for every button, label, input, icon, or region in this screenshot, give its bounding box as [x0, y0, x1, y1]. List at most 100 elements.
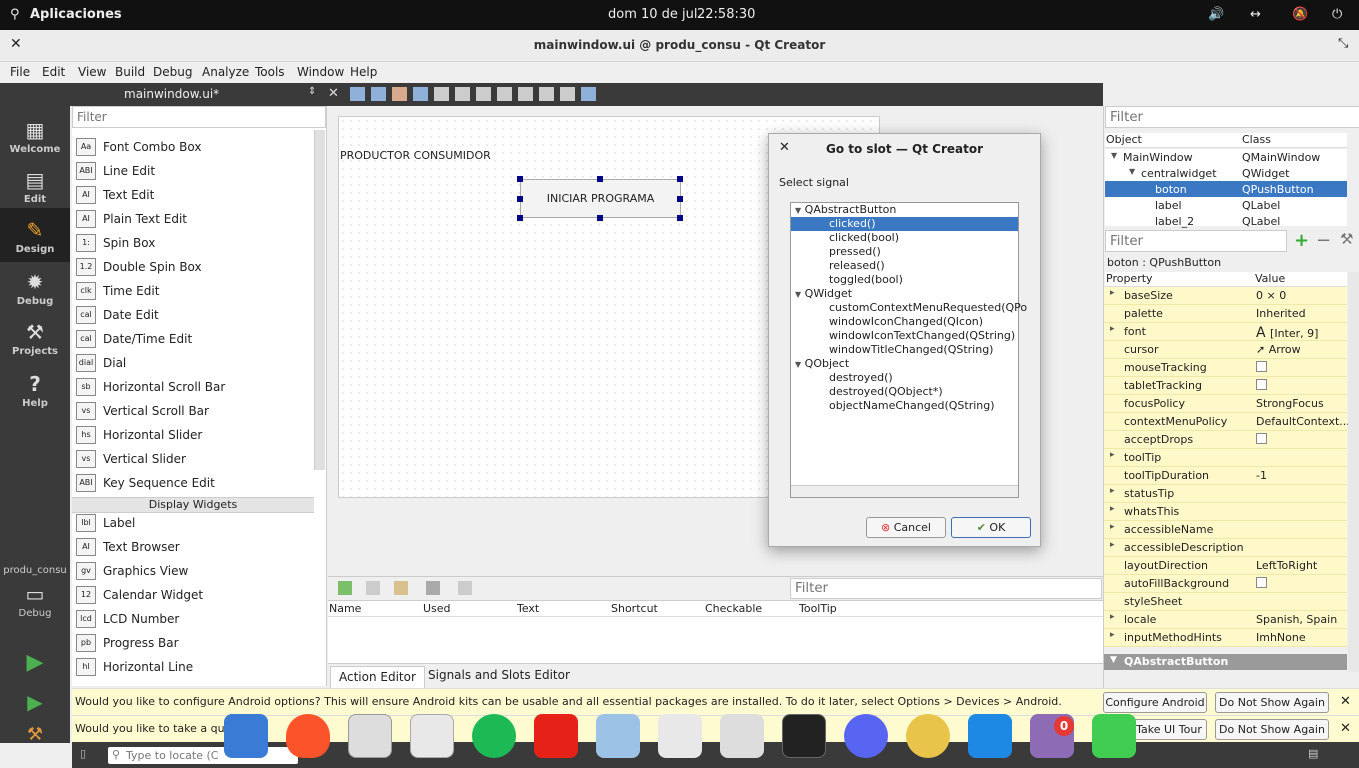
- widget-item[interactable]: Aa Font Combo Box: [76, 136, 316, 160]
- signal-item[interactable]: released(): [791, 259, 1018, 273]
- expand-arrow-icon[interactable]: ▸: [1110, 324, 1115, 334]
- property-row[interactable]: ▸ statusTip: [1104, 485, 1347, 503]
- signal-group[interactable]: ▼ QObject: [795, 357, 849, 371]
- close-icon[interactable]: ✕: [1340, 694, 1351, 709]
- teapot-app-icon[interactable]: [906, 714, 950, 758]
- action-filter-input[interactable]: [790, 578, 1102, 599]
- widget-item[interactable]: hl Horizontal Line: [76, 656, 316, 680]
- resize-handle[interactable]: [677, 176, 683, 182]
- widget-item[interactable]: clk Time Edit: [76, 280, 316, 304]
- close-icon[interactable]: ✕: [1340, 721, 1351, 736]
- property-value[interactable]: StrongFocus: [1256, 397, 1348, 410]
- kit-selector[interactable]: produ_consu ▭ Debug: [0, 565, 70, 619]
- widget-filter-input[interactable]: [72, 106, 326, 128]
- col-shortcut[interactable]: Shortcut: [611, 602, 658, 615]
- resize-handle[interactable]: [677, 215, 683, 221]
- ok-button[interactable]: ✔ OK: [951, 517, 1031, 538]
- widget-item[interactable]: AI Plain Text Edit: [76, 208, 316, 232]
- debug-run-icon[interactable]: ▶: [0, 690, 70, 714]
- network-icon[interactable]: ↔: [1250, 7, 1261, 22]
- remove-property-icon[interactable]: −: [1316, 230, 1331, 251]
- object-row[interactable]: centralwidget QWidget ▼: [1105, 165, 1347, 181]
- menu-edit[interactable]: Edit: [42, 65, 65, 79]
- object-filter-input[interactable]: [1105, 106, 1359, 128]
- property-value[interactable]: LeftToRight: [1256, 559, 1348, 572]
- property-row[interactable]: ▸ font A [Inter, 9]: [1104, 323, 1347, 341]
- resize-handle[interactable]: [517, 196, 523, 202]
- property-row[interactable]: acceptDrops: [1104, 431, 1347, 449]
- search-icon[interactable]: ⚲: [10, 7, 20, 22]
- discord-icon[interactable]: [844, 714, 888, 758]
- property-value[interactable]: [1256, 361, 1348, 375]
- resize-handle[interactable]: [517, 215, 523, 221]
- widget-item[interactable]: 1.2 Double Spin Box: [76, 256, 316, 280]
- expand-arrow-icon[interactable]: ▸: [1110, 486, 1115, 496]
- col-object[interactable]: Object: [1106, 133, 1142, 146]
- property-value[interactable]: [1256, 577, 1348, 591]
- build-hammer-icon[interactable]: ⚒: [0, 724, 70, 745]
- edit-tab-order-icon[interactable]: [413, 87, 428, 101]
- object-row[interactable]: MainWindow QMainWindow ▼: [1105, 149, 1347, 165]
- widget-item[interactable]: cal Date/Time Edit: [76, 328, 316, 352]
- spotify-icon[interactable]: [472, 714, 516, 758]
- toggle-sidebar-icon[interactable]: ▯: [80, 747, 86, 760]
- property-value[interactable]: [1256, 433, 1348, 447]
- add-property-icon[interactable]: +: [1294, 230, 1309, 251]
- signal-item[interactable]: pressed(): [791, 245, 1018, 259]
- do-not-show-again-button[interactable]: Do Not Show Again: [1215, 692, 1329, 713]
- expand-arrow-icon[interactable]: ▸: [1110, 504, 1115, 514]
- signal-item[interactable]: toggled(bool): [791, 273, 1018, 287]
- display-widgets-section[interactable]: Display Widgets: [72, 497, 314, 513]
- resize-handle[interactable]: [597, 215, 603, 221]
- property-row[interactable]: palette Inherited: [1104, 305, 1347, 323]
- run-icon[interactable]: ▶: [0, 650, 70, 675]
- col-text[interactable]: Text: [517, 602, 539, 615]
- calculator-icon[interactable]: [348, 714, 392, 758]
- menu-tools[interactable]: Tools: [255, 65, 285, 79]
- property-row[interactable]: ▸ accessibleName: [1104, 521, 1347, 539]
- menu-debug[interactable]: Debug: [153, 65, 192, 79]
- applications-menu[interactable]: Aplicaciones: [30, 7, 122, 22]
- checkbox[interactable]: [1256, 379, 1267, 390]
- signal-tree-hscrollbar[interactable]: [791, 485, 1018, 497]
- widget-item[interactable]: dial Dial: [76, 352, 316, 376]
- property-row[interactable]: mouseTracking: [1104, 359, 1347, 377]
- col-class[interactable]: Class: [1242, 133, 1271, 146]
- property-row[interactable]: cursor ➚ Arrow: [1104, 341, 1347, 359]
- widget-item[interactable]: ABI Key Sequence Edit: [76, 472, 316, 496]
- widget-item[interactable]: lcd LCD Number: [76, 608, 316, 632]
- resize-handle[interactable]: [677, 196, 683, 202]
- layout-splitter-h-icon[interactable]: [476, 87, 491, 101]
- property-scrollbar[interactable]: [1348, 272, 1359, 672]
- layout-horizontal-icon[interactable]: [434, 87, 449, 101]
- signal-item[interactable]: windowTitleChanged(QString): [791, 343, 1018, 357]
- tab-signals-slots-editor[interactable]: Signals and Slots Editor: [420, 666, 578, 686]
- files-icon[interactable]: [720, 714, 764, 758]
- volume-icon[interactable]: 🔊: [1208, 7, 1224, 22]
- paste-icon[interactable]: [394, 581, 408, 595]
- delete-icon[interactable]: [426, 581, 440, 595]
- property-row[interactable]: ▸ whatsThis: [1104, 503, 1347, 521]
- property-value[interactable]: Inherited: [1256, 307, 1348, 320]
- col-name[interactable]: Name: [329, 602, 361, 615]
- property-row[interactable]: focusPolicy StrongFocus: [1104, 395, 1347, 413]
- widget-item[interactable]: vs Vertical Scroll Bar: [76, 400, 316, 424]
- widget-item[interactable]: sb Horizontal Scroll Bar: [76, 376, 316, 400]
- start-program-button[interactable]: INICIAR PROGRAMA: [520, 179, 681, 218]
- form-label[interactable]: PRODUCTOR CONSUMIDOR: [340, 149, 491, 162]
- signal-item[interactable]: clicked(bool): [791, 231, 1018, 245]
- menu-analyze[interactable]: Analyze: [202, 65, 249, 79]
- output-pane-icon[interactable]: ▤: [1308, 747, 1318, 760]
- signal-item[interactable]: customContextMenuRequested(QPo: [791, 301, 1027, 315]
- clock[interactable]: 22:58:30: [697, 7, 755, 22]
- mode-help[interactable]: ? Help: [0, 372, 70, 409]
- expand-arrow-icon[interactable]: ▸: [1110, 450, 1115, 460]
- col-value[interactable]: Value: [1255, 272, 1285, 285]
- col-used[interactable]: Used: [423, 602, 451, 615]
- signal-group[interactable]: ▼ QWidget: [795, 287, 852, 301]
- cancel-button[interactable]: ⊗ Cancel: [866, 517, 946, 538]
- widget-item[interactable]: gv Graphics View: [76, 560, 316, 584]
- widget-item[interactable]: AI Text Browser: [76, 536, 316, 560]
- col-tooltip[interactable]: ToolTip: [799, 602, 837, 615]
- layout-splitter-v-icon[interactable]: [497, 87, 512, 101]
